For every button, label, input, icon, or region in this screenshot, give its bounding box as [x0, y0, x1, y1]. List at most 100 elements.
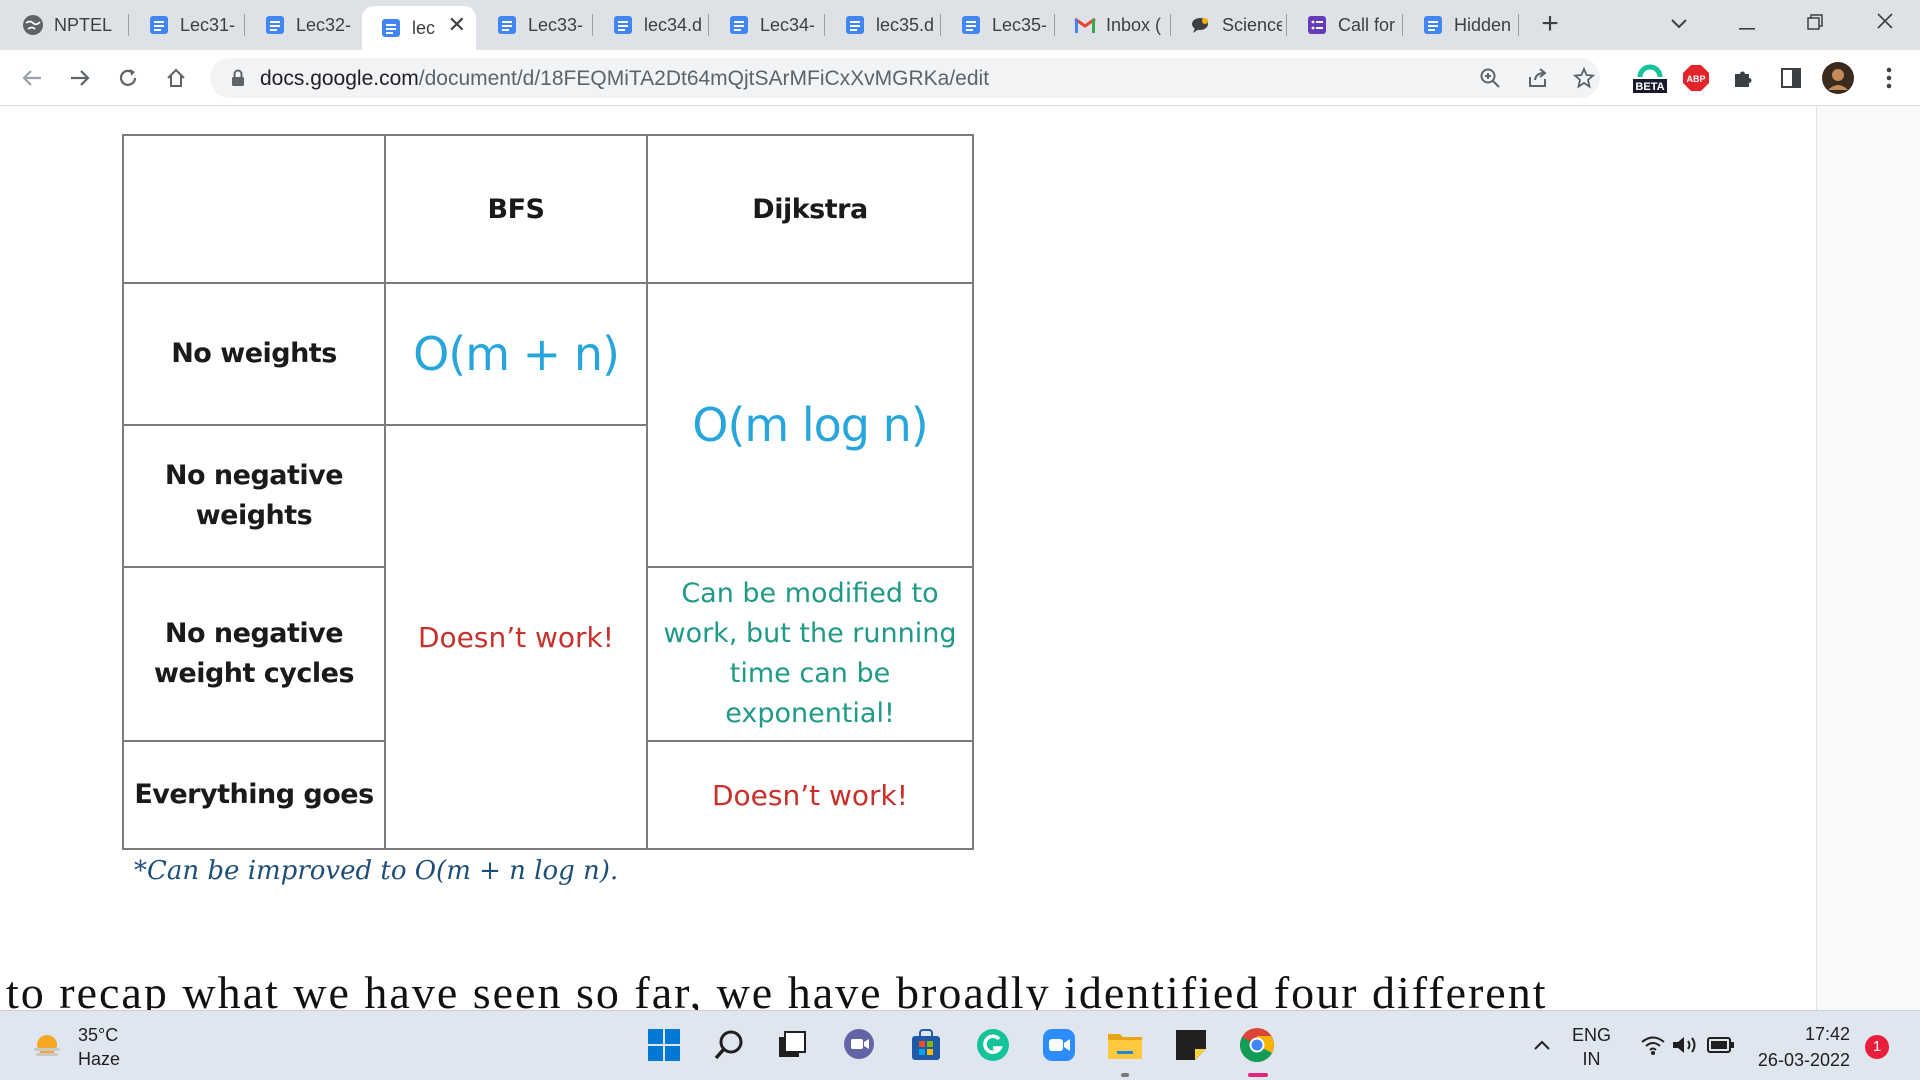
profile-avatar[interactable] [1822, 62, 1854, 94]
document-body-text[interactable]: to recap what we have seen so far, we ha… [6, 966, 1548, 1010]
system-clock[interactable]: 17:42 26-03-2022 [1740, 1021, 1850, 1073]
close-window-button[interactable] [1860, 8, 1910, 38]
notification-badge[interactable]: 1 [1865, 1035, 1889, 1059]
tab-lec34-doc[interactable]: lec34.d [594, 6, 708, 44]
side-panel-icon[interactable] [1775, 62, 1807, 94]
tab-science[interactable]: Science [1172, 6, 1286, 44]
browser-menu-icon[interactable] [1873, 62, 1905, 94]
microsoft-store-icon[interactable] [907, 1026, 945, 1064]
tab-lec35[interactable]: Lec35- [942, 6, 1054, 44]
bookmark-star-icon[interactable] [1572, 66, 1596, 90]
zoom-icon[interactable] [1478, 66, 1502, 90]
adblock-plus-icon[interactable]: ABP [1680, 62, 1712, 94]
docs-icon [1422, 14, 1444, 36]
language-indicator[interactable]: ENG IN [1572, 1023, 1611, 1071]
weather-temperature: 35°C [78, 1025, 119, 1045]
reload-button[interactable] [112, 62, 144, 94]
tab-separator [1170, 14, 1171, 36]
tab-separator [1518, 14, 1519, 36]
document-scrollbar[interactable] [1816, 106, 1920, 1010]
tab-lec-active[interactable]: lec ✕ [362, 6, 476, 50]
tab-lec35-doc[interactable]: lec35.d [826, 6, 940, 44]
weather-condition: Haze [78, 1049, 121, 1069]
chevron-up-icon[interactable] [1523, 1026, 1561, 1064]
grammarly-beta-icon[interactable]: BETA [1630, 62, 1670, 94]
search-icon[interactable] [710, 1026, 748, 1064]
tab-separator [592, 14, 593, 36]
teams-chat-icon[interactable] [840, 1026, 878, 1064]
tab-hidden[interactable]: Hidden [1404, 6, 1518, 44]
tab-search-icon[interactable] [1654, 8, 1704, 38]
share-icon[interactable] [1526, 66, 1550, 90]
clock-time: 17:42 [1804, 1024, 1850, 1044]
cell-dijkstra-nonnegative: O(m log n) [646, 282, 974, 568]
beta-label: BETA [1635, 81, 1664, 93]
comparison-table: BFS Dijkstra No weights O(m + n) O(m log… [122, 134, 974, 850]
document-canvas: BFS Dijkstra No weights O(m + n) O(m log… [0, 106, 1816, 1010]
cell-bfs-no-weights: O(m + n) [384, 282, 648, 426]
tab-lec33[interactable]: Lec33- [478, 6, 592, 44]
start-menu-icon[interactable] [645, 1026, 683, 1064]
tab-label: lec [412, 17, 436, 38]
tab-label: lec35.d [876, 14, 935, 35]
tab-separator [1286, 14, 1287, 36]
docs-icon [844, 14, 866, 36]
tab-label: lec34.d [644, 14, 703, 35]
tab-separator [128, 14, 129, 36]
address-bar[interactable]: docs.google.com/document/d/18FEQMiTA2Dt6… [210, 58, 1600, 98]
tab-inbox[interactable]: Inbox ( [1056, 6, 1170, 44]
tab-separator [244, 14, 245, 36]
close-tab-icon[interactable]: ✕ [448, 14, 466, 36]
grammarly-icon[interactable] [974, 1026, 1012, 1064]
language-primary: ENG [1572, 1025, 1612, 1045]
battery-icon[interactable] [1702, 1026, 1740, 1064]
explorer-running-indicator [1121, 1073, 1129, 1077]
windows-taskbar: 35°C Haze ENG IN 17:42 26-03-2022 1 [0, 1010, 1920, 1080]
tab-strip: NPTEL Lec31- Lec32- lec ✕ Lec33- lec34.d [0, 0, 1920, 50]
weather-widget[interactable]: 35°C Haze [30, 1023, 120, 1071]
tab-nptel[interactable]: NPTEL [4, 6, 128, 44]
zoom-app-icon[interactable] [1040, 1026, 1078, 1064]
cell-dijkstra-negative-cycles: Can be modified to work, but the running… [646, 566, 974, 742]
volume-icon[interactable] [1666, 1026, 1704, 1064]
cell-bfs-doesnt-work: Doesn’t work! [384, 424, 648, 850]
cell-dijkstra-doesnt-work: Doesn’t work! [646, 740, 974, 850]
chrome-icon[interactable] [1238, 1026, 1276, 1064]
tab-label: Lec35- [992, 14, 1048, 35]
tab-call-for[interactable]: Call for [1288, 6, 1402, 44]
file-explorer-icon[interactable] [1106, 1026, 1144, 1064]
row-header-no-negative-weights: No negative weights [122, 424, 386, 568]
task-view-icon[interactable] [773, 1026, 811, 1064]
sticky-notes-icon[interactable] [1172, 1026, 1210, 1064]
url-host: docs.google.com [260, 67, 419, 90]
back-button[interactable] [16, 62, 48, 94]
tab-label: NPTEL [54, 14, 113, 35]
table-corner-cell [122, 134, 386, 284]
restore-button[interactable] [1790, 8, 1840, 38]
column-header-bfs: BFS [384, 134, 648, 284]
globe-icon [22, 14, 44, 36]
column-header-dijkstra: Dijkstra [646, 134, 974, 284]
lock-icon[interactable] [228, 68, 248, 88]
tab-label: Lec34- [760, 14, 816, 35]
tab-lec31[interactable]: Lec31- [130, 6, 244, 44]
row-header-no-negative-weight-cycles: No negative weight cycles [122, 566, 386, 742]
tab-label: Science [1222, 14, 1282, 35]
language-region: IN [1582, 1049, 1601, 1069]
home-button[interactable] [160, 62, 192, 94]
tab-separator [824, 14, 825, 36]
minimize-button[interactable] [1722, 8, 1772, 38]
new-tab-button[interactable]: + [1536, 9, 1564, 39]
abp-label: ABP [1686, 74, 1705, 84]
tab-lec32[interactable]: Lec32- [246, 6, 360, 44]
tab-label: Lec32- [296, 14, 352, 35]
url-path: /document/d/18FEQMiTA2Dt64mQjtSArMFiCxXv… [418, 67, 990, 90]
url-text[interactable]: docs.google.com/document/d/18FEQMiTA2Dt6… [260, 67, 989, 91]
docs-icon [496, 14, 518, 36]
table-row: BFS Dijkstra [122, 134, 974, 284]
tab-separator [1402, 14, 1403, 36]
footnote: *Can be improved to O(m + n log n). [134, 856, 619, 886]
extensions-puzzle-icon[interactable] [1727, 62, 1759, 94]
tab-lec34[interactable]: Lec34- [710, 6, 824, 44]
forward-button[interactable] [64, 62, 96, 94]
